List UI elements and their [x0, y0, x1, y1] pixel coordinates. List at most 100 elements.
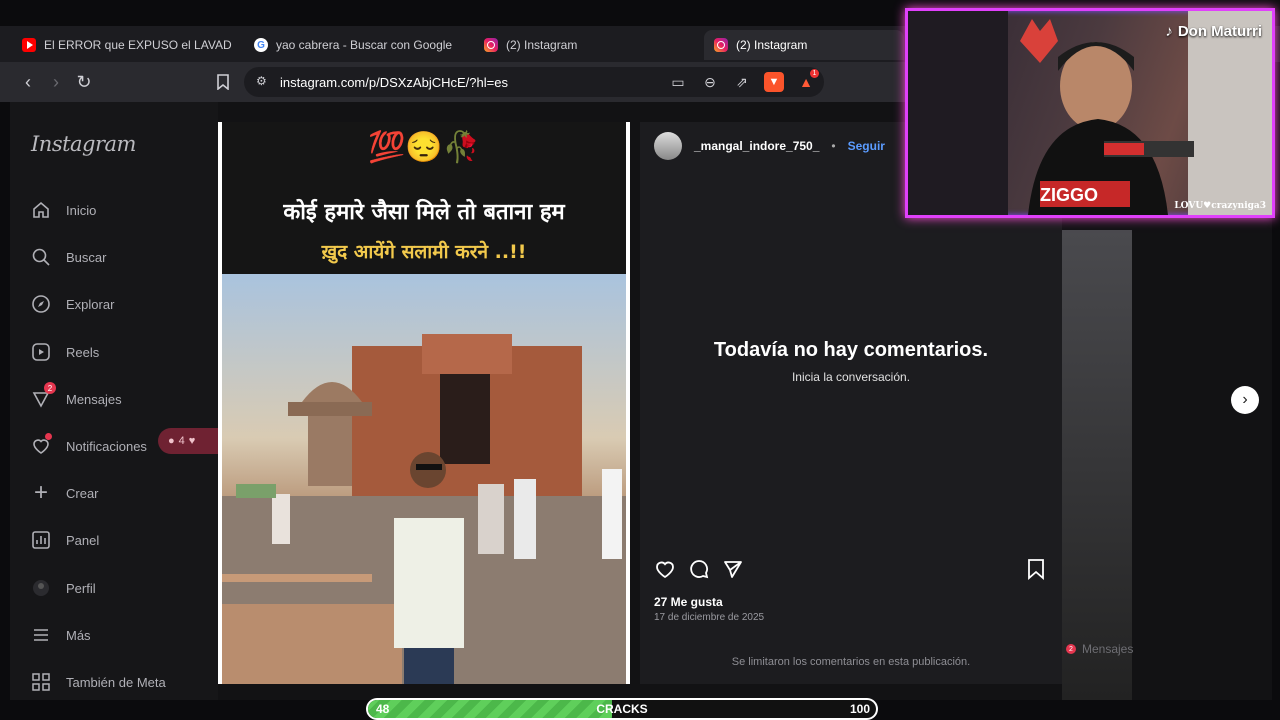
messages-badge: 2 — [1066, 644, 1076, 654]
notification-popup[interactable]: ● 4 ♥ — [158, 428, 222, 454]
progress-max: 100 — [849, 702, 870, 716]
reload-button[interactable]: ↻ — [72, 70, 96, 94]
tab-label: (2) Instagram — [506, 38, 578, 52]
post-emojis: 💯😔🥀 — [367, 131, 481, 164]
sidebar-item-explorar[interactable]: Explorar — [30, 290, 114, 318]
tab-instagram-active[interactable]: (2) Instagram — [704, 30, 904, 60]
meta-icon — [30, 671, 52, 693]
sidebar: Instagram Inicio Buscar Explorar Reels 2… — [10, 102, 222, 700]
sidebar-item-label: Notificaciones — [66, 438, 147, 454]
tab-instagram-1[interactable]: (2) Instagram — [474, 30, 694, 60]
post-header: _mangal_indore_750_ • Seguir — [654, 132, 885, 160]
sidebar-item-reels[interactable]: Reels — [30, 338, 99, 366]
sidebar-item-label: Panel — [66, 532, 100, 548]
cam-tag: LOVU♥crazyniga3 — [1174, 201, 1266, 211]
post-date: 17 de diciembre de 2025 — [654, 612, 765, 623]
sidebar-item-label: Crear — [66, 485, 99, 501]
notification-dot — [45, 433, 52, 440]
site-settings-icon[interactable]: ⚙ — [256, 74, 267, 88]
post-caption-banner: 💯😔🥀 कोई हमारे जैसा मिले तो बताना हम ख़ुद… — [222, 122, 626, 274]
empty-comments-subtitle: Inicia la conversación. — [791, 370, 911, 384]
tab-google[interactable]: G yao cabrera - Buscar con Google — [244, 30, 464, 60]
streamer-name: ♪ Don Maturri — [1165, 23, 1262, 40]
tiktok-icon: ♪ — [1165, 23, 1173, 40]
comment-icon[interactable] — [688, 558, 712, 582]
separator-dot: • — [831, 139, 836, 153]
instagram-logo[interactable]: Instagram — [31, 132, 136, 156]
compass-icon — [30, 293, 52, 315]
plus-icon: + — [33, 479, 48, 506]
home-icon — [30, 199, 52, 221]
avatar-icon — [30, 577, 52, 599]
share-icon[interactable]: ⇗ — [732, 72, 752, 92]
sidebar-item-label: Explorar — [66, 296, 115, 312]
sidebar-item-perfil[interactable]: Perfil — [30, 574, 96, 602]
heart-icon — [30, 433, 52, 457]
follow-button[interactable]: Seguir — [848, 139, 885, 153]
sidebar-item-inicio[interactable]: Inicio — [30, 196, 96, 224]
post-caption-line1: कोई हमारे जैसा मिले तो बताना हम — [283, 200, 565, 225]
post-caption-line2: ख़ुद आयेंगे सलामी करने ..!! — [321, 241, 527, 263]
empty-comments-title: Todavía no hay comentarios. — [713, 339, 989, 361]
sidebar-item-label: Reels — [66, 344, 100, 360]
messages-badge: 2 — [44, 382, 56, 394]
sidebar-item-label: Buscar — [66, 249, 107, 265]
share-icon[interactable] — [722, 558, 746, 582]
sidebar-item-label: Más — [66, 627, 91, 643]
address-bar[interactable]: ⚙ instagram.com/p/DSXzAbjCHcE/?hl=es ▭ ⊖… — [244, 67, 824, 97]
floating-messages-button[interactable]: 2 Mensajes — [1066, 642, 1133, 656]
tab-youtube[interactable]: El ERROR que EXPUSO el LAVADO de — [12, 30, 232, 60]
sidebar-item-notificaciones[interactable]: Notificaciones — [30, 432, 147, 460]
progress-label: CRACKS — [596, 702, 648, 716]
brave-shield-icon[interactable]: ▼ — [764, 72, 784, 92]
chart-icon — [30, 529, 52, 551]
youtube-icon — [22, 38, 36, 52]
post-media[interactable]: 💯😔🥀 कोई हमारे जैसा मिले तो बताना हम ख़ुद… — [218, 122, 630, 684]
browser-toolbar: ‹ › ↻ ⚙ instagram.com/p/DSXzAbjCHcE/?hl=… — [0, 62, 905, 102]
menu-icon — [30, 624, 52, 646]
messenger-icon: 2 — [30, 382, 56, 410]
post-actions — [654, 558, 1048, 582]
zoom-icon[interactable]: ⊖ — [700, 72, 720, 92]
save-bookmark-icon[interactable] — [1026, 558, 1050, 582]
post-username[interactable]: _mangal_indore_750_ — [694, 139, 819, 153]
sidebar-item-panel[interactable]: Panel — [30, 526, 99, 554]
webcam-overlay: ♪ Don Maturri ZIGGO LOVU♥crazyniga3 — [905, 8, 1275, 218]
cracks-progress-bar: 48 CRACKS 100 — [366, 698, 878, 720]
next-post-button[interactable]: › — [1231, 386, 1259, 414]
comment-icon: ● — [168, 435, 175, 447]
sidebar-item-crear[interactable]: + Crear — [30, 479, 99, 507]
tab-label: yao cabrera - Buscar con Google — [276, 38, 453, 52]
search-icon — [30, 246, 52, 268]
back-button[interactable]: ‹ — [16, 70, 40, 94]
instagram-icon — [714, 38, 728, 52]
heart-icon: ♥ — [188, 435, 196, 447]
sidebar-item-label: Mensajes — [66, 391, 122, 407]
rewards-badge: 1 — [810, 69, 819, 78]
sidebar-item-meta[interactable]: También de Meta — [30, 668, 166, 696]
notification-count: 4 — [178, 435, 185, 447]
reels-icon — [30, 341, 52, 363]
tab-label: El ERROR que EXPUSO el LAVADO de — [44, 38, 232, 52]
sidebar-item-mensajes[interactable]: 2 Mensajes — [30, 382, 122, 413]
sidebar-item-mas[interactable]: Más — [30, 621, 91, 649]
floating-messages-label: Mensajes — [1082, 642, 1134, 656]
streamer-name-text: Don Maturri — [1177, 23, 1262, 40]
comments-limited-notice: Se limitaron los comentarios en esta pub… — [731, 656, 971, 668]
sidebar-item-label: También de Meta — [66, 674, 166, 690]
bookmark-icon[interactable] — [211, 70, 235, 94]
forward-button[interactable]: › — [44, 70, 68, 94]
post-photo — [222, 274, 626, 684]
rewards-icon[interactable]: ▲ 1 — [796, 69, 819, 92]
instagram-icon — [484, 38, 498, 52]
shirt-text: ZIGGO — [1040, 185, 1098, 205]
sidebar-item-buscar[interactable]: Buscar — [30, 243, 106, 271]
next-post-preview — [1062, 230, 1132, 700]
tab-label: (2) Instagram — [736, 38, 808, 52]
cast-icon[interactable]: ▭ — [668, 72, 688, 92]
like-heart-icon[interactable] — [654, 558, 678, 582]
like-count[interactable]: 27 Me gusta — [654, 595, 723, 609]
sidebar-item-label: Perfil — [66, 580, 96, 596]
avatar[interactable] — [654, 132, 682, 160]
url-text: instagram.com/p/DSXzAbjCHcE/?hl=es — [280, 74, 508, 90]
